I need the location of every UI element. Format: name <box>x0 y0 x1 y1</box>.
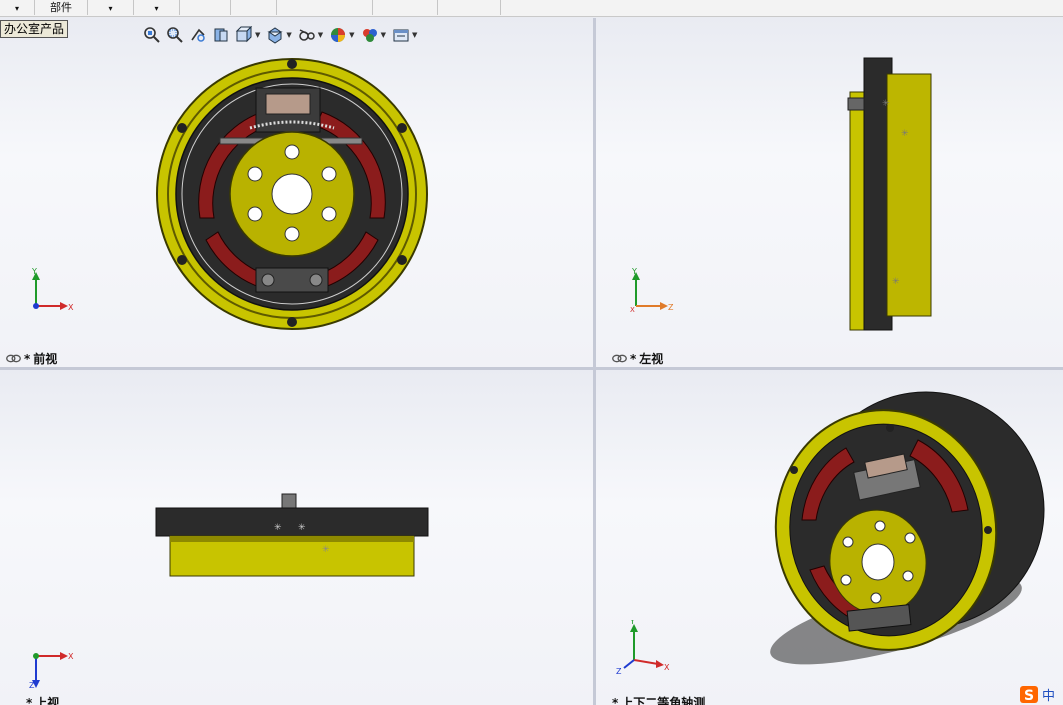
view-settings-dropdown-icon[interactable]: ▼ <box>412 31 417 39</box>
section-view-icon[interactable] <box>211 25 231 45</box>
left-viewport[interactable]: ✳ ✳ ✳ Y Z X * 左视 <box>596 18 1063 367</box>
left-coordinate-triad: Y Z X <box>626 266 680 316</box>
toolbar-cell-9[interactable] <box>438 0 501 15</box>
top-view-model[interactable]: ✳ ✳ ✳ <box>0 370 593 705</box>
viewport-splitter-vertical[interactable] <box>593 18 596 705</box>
svg-text:✳: ✳ <box>298 523 306 533</box>
front-view-label: * 前视 <box>6 350 57 367</box>
command-manager-toolbar: ▾ 部件 ▾ ▾ <box>0 0 1063 17</box>
edit-appearance-icon[interactable] <box>328 25 348 45</box>
front-y-axis-label: Y <box>31 267 37 276</box>
display-style-dropdown-icon[interactable]: ▼ <box>286 31 291 39</box>
toolbar-dropdown-3[interactable]: ▾ <box>134 0 180 15</box>
office-products-tab[interactable]: 办公室产品 <box>0 20 69 38</box>
top-z-axis-label: Z <box>29 681 35 690</box>
isometric-viewport[interactable]: Y X Z * 上下二等角轴测 <box>596 370 1063 705</box>
previous-view-icon[interactable] <box>188 25 208 45</box>
isometric-view-label: * 上下二等角轴测 <box>612 695 706 705</box>
edit-appearance-dropdown-icon[interactable]: ▼ <box>349 31 354 39</box>
toolbar-cell-5[interactable] <box>180 0 231 15</box>
left-view-label: * 左视 <box>612 350 663 367</box>
ime-logo-glyph: S <box>1024 688 1034 704</box>
toolbar-cell-6[interactable] <box>231 0 277 15</box>
apply-scene-icon[interactable] <box>360 25 380 45</box>
hide-show-items-icon[interactable] <box>297 25 317 45</box>
display-style-icon[interactable] <box>265 25 285 45</box>
iso-y-axis-label: Y <box>629 620 635 626</box>
link-view-icon <box>612 354 627 363</box>
view-orientation-dropdown-icon[interactable]: ▼ <box>255 31 260 39</box>
front-view-model[interactable] <box>0 18 593 367</box>
iso-z-axis-label: Z <box>616 667 622 676</box>
isometric-coordinate-triad: Y X Z <box>616 620 670 676</box>
toolbar-cell-7[interactable] <box>277 0 373 15</box>
left-y-axis-label: Y <box>631 267 637 276</box>
top-coordinate-triad: X Z <box>26 640 80 690</box>
zoom-to-area-icon[interactable] <box>165 25 185 45</box>
svg-text:✳: ✳ <box>882 99 890 109</box>
link-view-icon <box>6 354 21 363</box>
toolbar-dropdown-1[interactable]: ▾ <box>0 0 35 15</box>
front-coordinate-triad: Y X <box>26 266 80 316</box>
toolbar-tab-parts[interactable]: 部件 <box>35 0 88 15</box>
toolbar-cell-8[interactable] <box>373 0 438 15</box>
left-x-axis-label: X <box>630 306 635 314</box>
view-settings-icon[interactable] <box>391 25 411 45</box>
viewport-splitter-horizontal[interactable] <box>0 367 1063 370</box>
top-viewport[interactable]: ✳ ✳ ✳ X Z * 上视 <box>0 370 593 705</box>
ime-logo: S 中 <box>1018 683 1063 705</box>
top-x-axis-label: X <box>68 652 74 661</box>
iso-x-axis-label: X <box>664 663 670 672</box>
heads-up-view-toolbar: ▼ ▼ ▼ ▼ ▼ ▼ <box>142 24 419 46</box>
svg-text:✳: ✳ <box>322 545 330 555</box>
front-viewport[interactable]: Y X * 前视 <box>0 18 593 367</box>
hide-show-dropdown-icon[interactable]: ▼ <box>318 31 323 39</box>
top-view-label: * 上视 <box>26 695 60 705</box>
svg-text:✳: ✳ <box>901 129 909 139</box>
left-z-axis-label: Z <box>668 303 674 312</box>
view-orientation-icon[interactable] <box>234 25 254 45</box>
toolbar-dropdown-2[interactable]: ▾ <box>88 0 134 15</box>
svg-text:✳: ✳ <box>274 523 282 533</box>
ime-logo-text: 中 <box>1042 689 1055 704</box>
svg-text:✳: ✳ <box>892 277 900 287</box>
front-x-axis-label: X <box>68 303 74 312</box>
zoom-to-fit-icon[interactable] <box>142 25 162 45</box>
apply-scene-dropdown-icon[interactable]: ▼ <box>381 31 386 39</box>
